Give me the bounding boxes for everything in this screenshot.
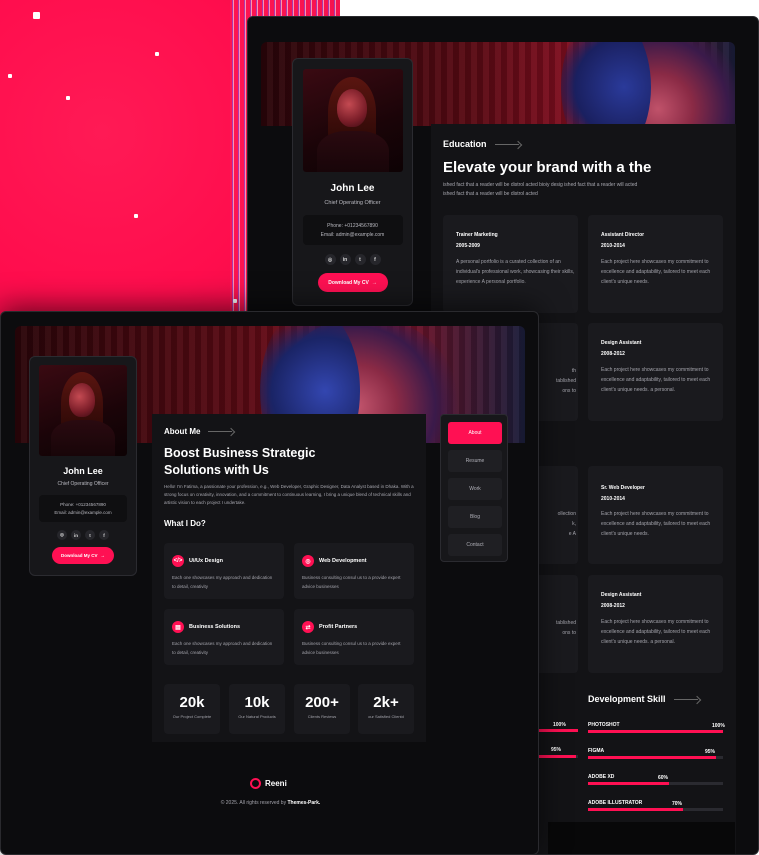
skill-percent: 95%	[551, 747, 562, 753]
education-card: Design Assistant 2008-2012 Each project …	[588, 323, 723, 421]
globe-icon: ◎	[302, 555, 314, 567]
profile-photo	[302, 69, 403, 172]
contact-box: Phone: +01234567890 Email: admin@example…	[39, 495, 127, 522]
service-card[interactable]: ⇄ Profit Partners Business consulting co…	[294, 609, 414, 665]
contact-email: Email: admin@example.com	[54, 510, 112, 515]
contact-phone: Phone: +01234567890	[60, 502, 106, 507]
sparkle-dot	[134, 214, 138, 218]
sparkle-dot	[33, 12, 40, 19]
arrow-right-icon: →	[100, 553, 106, 558]
skill-percent: 100%	[712, 723, 725, 729]
service-card[interactable]: ▤ Business Solutions Each one showcases …	[164, 609, 284, 665]
download-cv-button[interactable]: Download My CV →	[317, 273, 388, 292]
stat-card: 20k Our Project Complete	[164, 684, 220, 734]
skill-track	[588, 782, 723, 785]
profile-name: John Lee	[330, 183, 375, 194]
service-card[interactable]: ◎ Web Development Business consulting co…	[294, 543, 414, 599]
stat-card: 10k Our Natural Products	[229, 684, 285, 734]
hero-portrait-shadow	[561, 42, 651, 126]
skill-name: PHOTOSHOT	[588, 722, 620, 728]
copyright: © 2025. All rights reserved by Themes-Pa…	[220, 800, 321, 806]
sparkle-dot	[66, 96, 70, 100]
profile-role: Chief Operating Officer	[57, 481, 109, 487]
skill-name: ADOBE XD	[588, 774, 615, 780]
skill-name: FIGMA	[588, 748, 605, 754]
side-nav: About Resume Work Blog Contact	[440, 414, 508, 562]
contact-box: Phone: +01234567890 Email: admin@example…	[302, 215, 403, 245]
footer-brand[interactable]: Reeni	[250, 778, 287, 789]
skill-fill	[588, 756, 716, 759]
resume-headline: Elevate your brand with a the	[443, 159, 652, 176]
page-bottom-strip	[548, 822, 735, 854]
skill-percent: 70%	[672, 801, 683, 807]
social-links: ◎ in t f	[293, 254, 412, 265]
profile-card: John Lee Chief Operating Officer Phone: …	[29, 356, 137, 576]
sparkle-dot	[155, 52, 159, 56]
nav-resume[interactable]: Resume	[448, 450, 502, 472]
skill-percent: 100%	[553, 722, 566, 728]
brand-logo-icon	[250, 778, 261, 789]
instagram-icon[interactable]: ◎	[57, 530, 67, 540]
contact-phone: Phone: +01234567890	[327, 223, 378, 229]
instagram-icon[interactable]: ◎	[324, 254, 336, 265]
section-label: About Me	[164, 427, 233, 436]
code-icon: </>	[172, 555, 184, 567]
linkedin-icon[interactable]: in	[339, 254, 351, 265]
sparkle-dot	[233, 299, 237, 303]
skills-label: Development Skill	[588, 694, 698, 704]
service-card[interactable]: </> Ui/Ux Design Each one showcases my a…	[164, 543, 284, 599]
skill-track	[588, 730, 723, 733]
education-card: Trainer Marketing 2005-2009 A personal p…	[443, 215, 578, 313]
handshake-icon: ⇄	[302, 621, 314, 633]
education-card: Assistant Director 2010-2014 Each projec…	[588, 215, 723, 313]
facebook-icon[interactable]: f	[99, 530, 109, 540]
experience-card: Design Assistant 2008-2012 Each project …	[588, 575, 723, 673]
twitter-icon[interactable]: t	[354, 254, 366, 265]
skill-track	[588, 808, 723, 811]
resume-intro: ished fact that a reader will be distrol…	[443, 182, 638, 197]
stat-card: 200+ Clients Reviews	[294, 684, 350, 734]
nav-about[interactable]: About	[448, 422, 502, 444]
about-panel: About Me Boost Business Strategic Solutio…	[152, 414, 426, 742]
arrow-right-icon: →	[371, 279, 377, 286]
social-links: ◎ in t f	[30, 530, 136, 540]
linkedin-icon[interactable]: in	[71, 530, 81, 540]
skill-percent: 60%	[658, 775, 669, 781]
profile-name: John Lee	[63, 466, 103, 476]
download-cv-label: Download My CV	[328, 279, 369, 286]
about-intro: Hello! I'm Fatima, a passionate your pro…	[164, 484, 414, 505]
services-title: What I Do?	[164, 519, 206, 528]
about-page-window: John Lee Chief Operating Officer Phone: …	[0, 311, 539, 855]
nav-contact[interactable]: Contact	[448, 534, 502, 556]
skill-track	[588, 756, 723, 759]
stat-card: 2k+ our Satisfied Clientd	[358, 684, 414, 734]
profile-card: John Lee Chief Operating Officer Phone: …	[292, 58, 413, 306]
sparkle-dot	[8, 74, 12, 78]
skill-fill	[588, 730, 723, 733]
profile-photo	[39, 365, 127, 456]
download-cv-button[interactable]: Download My CV →	[52, 547, 114, 564]
facebook-icon[interactable]: f	[369, 254, 381, 265]
brand-name: Reeni	[265, 779, 287, 788]
skill-name: ADOBE ILLUSTRATOR	[588, 800, 643, 806]
skill-fill	[588, 782, 669, 785]
section-label: Education	[443, 139, 519, 149]
copyright-owner-link[interactable]: Themes-Park.	[287, 800, 320, 806]
about-headline: Boost Business Strategic Solutions with U…	[164, 446, 316, 477]
download-cv-label: Download My CV	[60, 553, 98, 558]
nav-blog[interactable]: Blog	[448, 506, 502, 528]
contact-email: Email: admin@example.com	[320, 232, 385, 238]
twitter-icon[interactable]: t	[85, 530, 95, 540]
profile-role: Chief Operating Officer	[324, 200, 381, 206]
briefcase-icon: ▤	[172, 621, 184, 633]
skill-fill	[588, 808, 683, 811]
nav-work[interactable]: Work	[448, 478, 502, 500]
skill-percent: 95%	[705, 749, 716, 755]
experience-card: Sr. Web Developer 2010-2014 Each project…	[588, 466, 723, 564]
